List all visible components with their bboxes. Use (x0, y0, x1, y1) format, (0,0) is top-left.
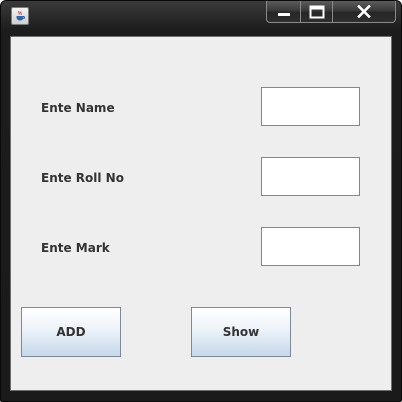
java-cup-icon[interactable] (11, 7, 29, 25)
app-window: Ente Name Ente Roll No Ente Mark ADD Sho… (0, 0, 402, 402)
form-panel: Ente Name Ente Roll No Ente Mark ADD Sho… (10, 36, 392, 391)
name-label: Ente Name (41, 101, 115, 115)
close-icon (357, 5, 371, 18)
roll-no-label: Ente Roll No (41, 171, 124, 185)
title-bar[interactable] (1, 1, 401, 35)
maximize-icon (309, 5, 324, 18)
minimize-button[interactable] (266, 1, 301, 23)
close-button[interactable] (333, 1, 396, 23)
mark-field[interactable] (261, 227, 360, 266)
maximize-button[interactable] (301, 1, 333, 23)
mark-label: Ente Mark (41, 241, 110, 255)
add-button[interactable]: ADD (21, 307, 121, 357)
window-controls (266, 1, 398, 23)
minimize-icon (277, 12, 290, 16)
show-button[interactable]: Show (191, 307, 291, 357)
name-field[interactable] (261, 87, 360, 126)
roll-no-field[interactable] (261, 157, 360, 196)
